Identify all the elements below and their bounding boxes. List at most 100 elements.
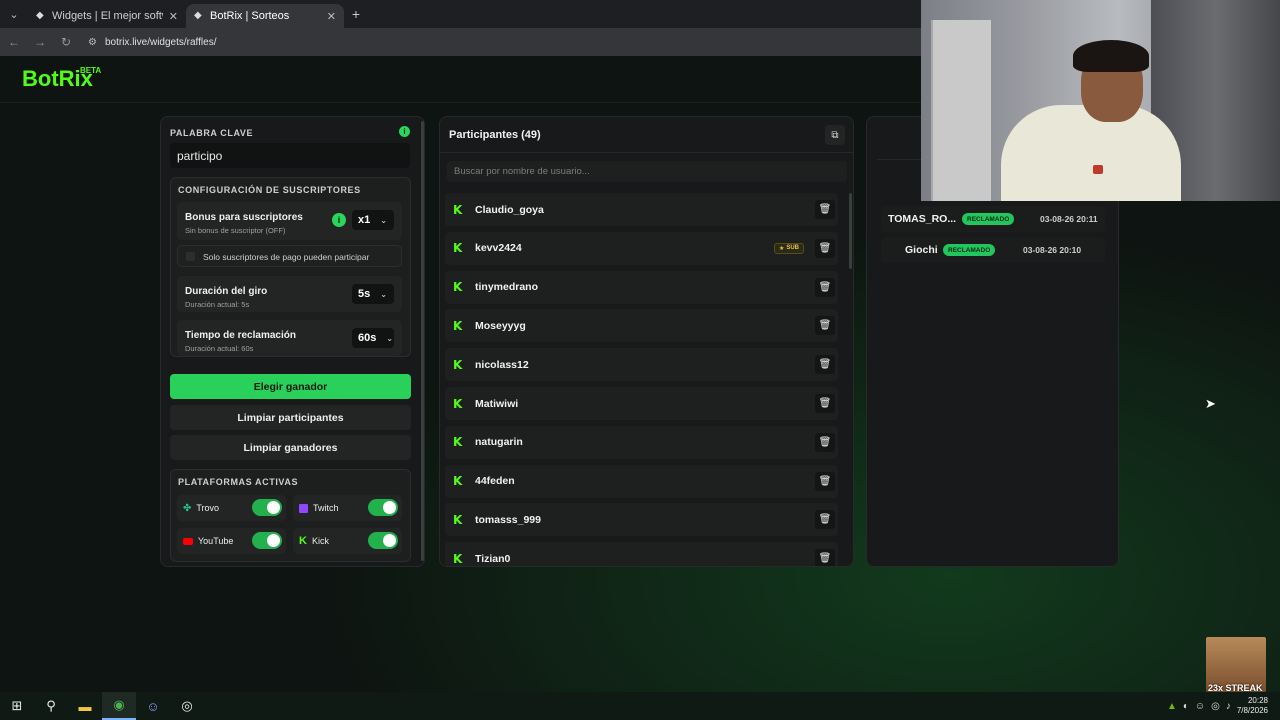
delete-participant-trash-icon[interactable]: 🗑: [815, 549, 835, 566]
obs-icon[interactable]: ◎: [170, 692, 204, 720]
sub-badge: ★ SUB: [773, 242, 804, 254]
platform-name: Trovo: [196, 503, 220, 513]
participant-row: Ktomasss_999 🗑: [445, 503, 838, 537]
bonus-subtitle: Sin bonus de suscriptor (OFF): [185, 226, 286, 235]
clear-participants-button[interactable]: Limpiar participantes: [170, 405, 411, 430]
delete-participant-trash-icon[interactable]: 🗑: [815, 238, 835, 258]
claim-time-title: Tiempo de reclamación: [185, 330, 296, 341]
platform-trovo: ✤ Trovo: [177, 495, 286, 521]
participant-row: Kkevv2424 ★ SUB 🗑: [445, 231, 838, 265]
search-icon[interactable]: ⚲: [34, 692, 68, 720]
kick-icon: K: [453, 474, 463, 489]
back-arrow-icon[interactable]: ←: [8, 35, 20, 49]
participants-divider: [440, 152, 853, 153]
participant-name: Moseyyyg: [475, 319, 526, 332]
clear-winners-button[interactable]: Limpiar ganadores: [170, 435, 411, 460]
platform-kick: K Kick: [293, 528, 402, 554]
browser-tab-widgets[interactable]: ◆ Widgets | El mejor software para ✕: [28, 4, 186, 28]
copy-icon[interactable]: ⧉: [825, 125, 845, 145]
discord-icon[interactable]: ☺: [136, 692, 170, 720]
tab-title: BotRix | Sorteos: [210, 10, 290, 22]
subs-only-checkbox[interactable]: [186, 252, 195, 261]
platform-youtube: YouTube: [177, 528, 286, 554]
close-icon[interactable]: ✕: [169, 10, 178, 23]
cam-hair: [1073, 40, 1149, 72]
youtube-toggle[interactable]: [252, 532, 282, 549]
volume-icon[interactable]: ♪: [1226, 701, 1231, 712]
tab-search-chevron-icon[interactable]: ⌄: [0, 0, 28, 28]
spin-duration-card: Duración del giro Duración actual: 5s 5s…: [177, 276, 402, 312]
platform-name: YouTube: [198, 536, 234, 546]
bonus-select[interactable]: x1 ⌄: [352, 210, 394, 230]
brand-logo[interactable]: BotRix BETA: [22, 66, 101, 92]
reload-icon[interactable]: ↻: [60, 35, 72, 49]
info-icon[interactable]: i: [399, 126, 410, 137]
windows-taskbar: ⊞ ⚲ ▬ ◉ ☺ ◎ ▲ ◐ ☺ ◎ ♪ 20:28 7/8/2026: [0, 692, 1280, 720]
participants-panel: Participantes (49) ⧉ Buscar por nombre d…: [439, 116, 854, 567]
raffle-config-panel: PALABRA CLAVE i participo CONFIGURACIÓN …: [160, 116, 425, 567]
windows-start-icon[interactable]: ⊞: [0, 692, 34, 720]
system-clock[interactable]: 20:28 7/8/2026: [1237, 696, 1268, 716]
participant-name: Matiwiwi: [475, 397, 519, 410]
nvidia-icon[interactable]: ▲: [1167, 701, 1177, 712]
youtube-icon: [183, 537, 193, 545]
bonus-value: x1: [358, 214, 371, 226]
kick-toggle[interactable]: [368, 532, 398, 549]
steam-icon[interactable]: ◎: [1211, 701, 1220, 712]
clock-date: 7/8/2026: [1236, 706, 1268, 715]
network-icon[interactable]: ◐: [1183, 701, 1189, 712]
delete-participant-trash-icon[interactable]: 🗑: [815, 510, 835, 530]
participant-scrollbar[interactable]: [849, 193, 852, 269]
discord-tray-icon[interactable]: ☺: [1195, 701, 1205, 712]
keyword-label: PALABRA CLAVE: [170, 128, 254, 138]
trovo-icon: ✤: [183, 502, 192, 514]
delete-participant-trash-icon[interactable]: 🗑: [815, 316, 835, 336]
twitch-toggle[interactable]: [368, 499, 398, 516]
cam-hoodie: [1001, 105, 1181, 201]
active-platforms-section: PLATAFORMAS ACTIVAS ✤ Trovo Twitch YouTu…: [170, 469, 411, 562]
tab-title: Widgets | El mejor software para: [52, 10, 163, 22]
site-info-icon[interactable]: ⚙: [88, 37, 97, 48]
delete-participant-trash-icon[interactable]: 🗑: [815, 432, 835, 452]
mouse-cursor-icon: ➤: [1205, 396, 1216, 411]
delete-participant-trash-icon[interactable]: 🗑: [815, 355, 835, 375]
subs-only-row[interactable]: Solo suscriptores de pago pueden partici…: [177, 245, 402, 267]
file-explorer-icon[interactable]: ▬: [68, 692, 102, 720]
bonus-card: Bonus para suscriptores Sin bonus de sus…: [177, 202, 402, 240]
kick-icon: K: [453, 357, 463, 372]
participant-search-input[interactable]: Buscar por nombre de usuario...: [447, 161, 847, 182]
delete-participant-trash-icon[interactable]: 🗑: [815, 200, 835, 219]
spin-duration-select[interactable]: 5s ⌄: [352, 284, 394, 304]
kick-icon: K: [453, 202, 463, 217]
new-tab-plus-icon[interactable]: +: [344, 6, 368, 22]
address-bar[interactable]: ⚙ botrix.live/widgets/raffles/: [88, 37, 217, 48]
participant-row: K Matiwiwi 🗑: [445, 387, 838, 420]
winner-time: 03-08-26 20:10: [1023, 245, 1082, 255]
config-scrollbar[interactable]: [421, 121, 424, 561]
spin-duration-subtitle: Duración actual: 5s: [185, 300, 250, 309]
chrome-icon[interactable]: ◉: [102, 692, 136, 720]
keyword-input[interactable]: participo: [170, 143, 410, 168]
subscriber-config-label: CONFIGURACIÓN DE SUSCRIPTORES: [178, 185, 361, 195]
claimed-badge: RECLAMADO: [962, 213, 1015, 225]
delete-participant-trash-icon[interactable]: 🗑: [815, 277, 835, 297]
participant-row: Knicolass12 🗑: [445, 348, 838, 382]
twitch-icon: [299, 503, 308, 513]
delete-participant-trash-icon[interactable]: 🗑: [815, 471, 835, 491]
close-icon[interactable]: ✕: [327, 10, 336, 23]
participant-row: K Tizian0 🗑: [445, 542, 838, 566]
forward-arrow-icon[interactable]: →: [34, 35, 46, 49]
browser-tab-sorteos[interactable]: ◆ BotRix | Sorteos ✕: [186, 4, 344, 28]
streak-overlay: 23x STREAK: [1206, 637, 1266, 693]
claim-time-select[interactable]: 60s ⌄: [352, 328, 394, 348]
delete-participant-trash-icon[interactable]: 🗑: [815, 394, 835, 413]
participant-name: 44feden: [475, 475, 515, 488]
kick-icon: K: [453, 396, 463, 411]
trovo-toggle[interactable]: [252, 499, 282, 516]
participants-title: Participantes (49): [449, 129, 541, 141]
platform-twitch: Twitch: [293, 495, 402, 521]
webcam-overlay: [921, 0, 1280, 201]
info-icon[interactable]: i: [332, 213, 346, 227]
winner-time: 03-08-26 20:11: [1040, 214, 1098, 224]
pick-winner-button[interactable]: Elegir ganador: [170, 374, 411, 399]
